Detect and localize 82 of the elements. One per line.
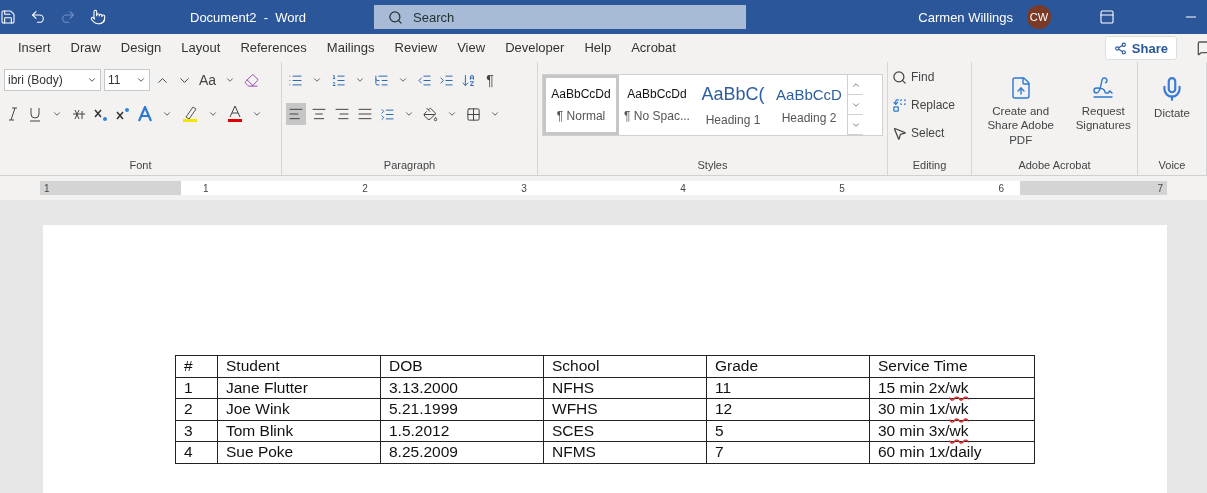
acrobat-button[interactable]: Create and Share Adobe PDF [976,66,1066,148]
table-cell: 1 [175,377,218,399]
ribbon-tab[interactable]: Help [584,36,612,60]
ribbon-tab[interactable]: Acrobat [631,36,676,60]
table-cell: 11 [706,377,870,399]
editing-button[interactable]: Replace [892,94,967,116]
table-cell: 3.13.2000 [380,377,544,399]
table-cell: WFHS [543,398,707,420]
table-cell: Jane Flutter [217,377,381,399]
ruler: 1 1 2 3 4 5 6 7 [40,181,1167,195]
replace-icon [892,97,907,113]
ribbon-tab[interactable]: Mailings [326,36,375,60]
font-name-field[interactable]: ibri (Body) [4,69,101,91]
editing-button[interactable]: Find [892,66,967,88]
table-cell: 30 min 3x/wk [869,420,1035,442]
table-cell: 60 min 1x/daily [869,441,1035,463]
user-avatar[interactable]: CW [1027,5,1051,29]
table-cell: 5 [706,420,870,442]
table-cell: 12 [706,398,870,420]
touch-mode-icon[interactable] [90,9,106,25]
ribbon-tab[interactable]: References [240,36,307,60]
style-item[interactable]: AaBbCcDd ¶ Normal [543,75,619,135]
pointer-icon [892,125,907,141]
table-header-cell: School [543,355,707,377]
table-cell: 4 [175,441,218,463]
table-header-cell: # [175,355,218,377]
undo-icon[interactable] [30,9,46,25]
ribbon-tab[interactable]: Insert [18,36,51,60]
dictate-button[interactable]: Dictate [1142,66,1202,121]
ribbon-tab[interactable]: Draw [70,36,101,60]
table-cell: Sue Poke [217,441,381,463]
caret-icon [87,75,97,85]
style-item[interactable]: AaBbCcD Heading 2 [771,75,847,135]
table-cell: NFHS [543,377,707,399]
save-icon[interactable] [0,9,16,25]
change-case-button[interactable]: Aa [197,69,219,91]
group-label: Editing [912,159,947,173]
table-cell: 1.5.2012 [380,420,544,442]
search-icon [892,69,907,85]
table-header-cell: Grade [706,355,870,377]
table-cell: 2 [175,398,218,420]
show-marks-button[interactable]: ¶ [481,69,499,91]
table-header-cell: Student [217,355,381,377]
share-icon [1113,41,1127,55]
search-icon [388,9,403,25]
ribbon-tab[interactable]: Design [120,36,162,60]
table-cell: Tom Blink [217,420,381,442]
ribbon-tab[interactable]: Layout [181,36,221,60]
user-name: Carmen Willings [918,9,1013,25]
table-cell: 7 [706,441,870,463]
group-label: Voice [1158,159,1186,173]
table-cell: 30 min 1x/wk [869,398,1035,420]
acrobat-button[interactable]: Request Signatures [1073,66,1133,133]
ribbon-tab[interactable]: View [457,36,486,60]
style-item[interactable]: AaBbCcDd ¶ No Spac... [619,75,695,135]
group-label: Adobe Acrobat [1018,159,1091,173]
table-cell: Joe Wink [217,398,381,420]
font-size-field[interactable]: 11 [104,69,150,91]
font-color-icon[interactable] [226,103,244,125]
style-item[interactable]: AaBbC( Heading 1 [695,75,771,135]
editing-button[interactable]: Select [892,122,967,144]
table-header-cell: Service Time [869,355,1035,377]
ribbon-tab[interactable]: Developer [505,36,565,60]
table-cell: 5.21.1999 [380,398,544,420]
caret-icon [136,75,146,85]
redo-icon[interactable] [60,9,76,25]
group-label: Font [129,159,152,173]
align-icon[interactable] [286,103,306,125]
group-label: Paragraph [383,159,436,173]
search-field[interactable]: Search [374,5,746,29]
table-header-cell: DOB [380,355,544,377]
signature-icon [1091,76,1116,100]
ribbon-display-icon[interactable] [1099,9,1115,25]
group-label: Styles [697,159,728,173]
table-cell: 3 [175,420,218,442]
share-button[interactable]: Share [1104,36,1177,60]
table-cell: 8.25.2009 [380,441,544,463]
ribbon-tab[interactable]: Review [394,36,438,60]
window-title: Document2 - Word [190,9,308,25]
table-cell: NFMS [543,441,707,463]
table-cell: 15 min 2x/wk [869,377,1035,399]
table-cell: SCES [543,420,707,442]
